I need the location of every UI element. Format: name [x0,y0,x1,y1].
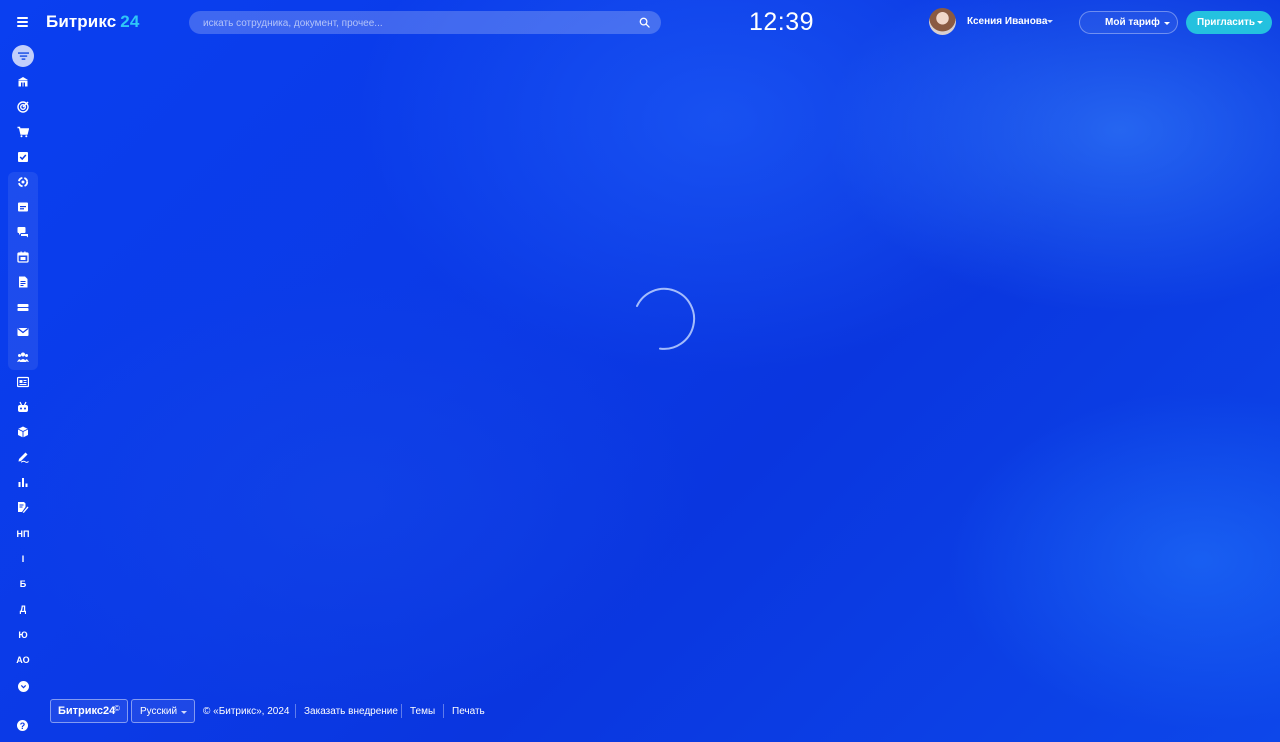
menu-item-np[interactable]: НП [11,524,35,544]
footer-logo[interactable]: Битрикс24 © [50,699,128,723]
menu-item-calendar[interactable] [11,247,35,267]
menu-item-shop[interactable] [11,122,35,142]
menu-item-chats[interactable] [11,222,35,242]
invite-label: Пригласить [1197,17,1256,28]
menu-item-drive[interactable] [11,297,35,317]
menu-item-tasks[interactable] [11,147,35,167]
edit-doc-icon [18,502,29,513]
menu-item-label: Ю [18,630,28,640]
clock: 12:39 [749,8,815,36]
footer-divider [401,704,402,718]
filter-icon [17,52,29,60]
menu-item-feed[interactable] [11,197,35,217]
menu-burger-icon[interactable] [14,14,32,30]
box-icon [17,426,29,438]
menu-item-d[interactable]: Д [11,599,35,619]
menu-item-contact-center[interactable] [11,372,35,392]
chevron-down-icon [181,711,187,714]
signature-icon [18,452,29,463]
invite-button[interactable]: Пригласить [1186,11,1272,34]
chevron-down-icon [1257,21,1263,24]
menu-item-company[interactable] [11,72,35,92]
menu-item-documents[interactable] [11,272,35,292]
building-icon [18,77,28,87]
robot-icon [18,401,28,412]
logo-text: Битрикс [46,12,117,31]
menu-more-button[interactable] [11,676,35,696]
themes-link[interactable]: Темы [410,706,435,717]
drive-icon [17,304,29,311]
menu-item-label: Б [19,579,27,589]
left-menu: НП I Б Д Ю АО [0,44,45,742]
menu-item-b[interactable]: Б [11,574,35,594]
help-label: ? [19,720,26,731]
logo-number: 24 [120,12,140,31]
menu-item-yu[interactable]: Ю [11,625,35,645]
top-header: Битрикс24 12:39 Ксения Иванова Мой тариф… [0,0,1280,44]
menu-item-label: I [21,554,25,564]
search-icon[interactable] [639,17,650,28]
group-icon [17,352,29,362]
menu-item-inventory[interactable] [11,422,35,442]
user-name: Ксения Иванова [967,16,1048,27]
order-implementation-link[interactable]: Заказать внедрение [304,706,398,717]
print-link[interactable]: Печать [452,706,485,717]
language-label: Русский [140,706,178,717]
document-icon [19,276,28,288]
menu-item-sign[interactable] [11,447,35,467]
search-input[interactable] [201,11,625,36]
window-icon [18,202,28,212]
footer-divider [443,704,444,718]
bar-chart-icon [18,478,28,487]
calendar-icon [17,251,29,263]
menu-item-goals[interactable] [11,97,35,117]
menu-filter-item[interactable] [12,45,34,67]
loading-spinner-icon [636,287,696,350]
menu-item-employees[interactable] [11,347,35,367]
menu-item-automation[interactable] [11,172,35,192]
chevron-down-icon [17,680,29,692]
app-logo[interactable]: Битрикс 24 [46,12,139,32]
chevron-down-icon [1164,22,1170,25]
search-bar [189,11,661,36]
menu-item-analytics[interactable] [11,472,35,492]
chat-icon [17,227,28,238]
checkbox-icon [18,152,28,162]
my-tariff-button[interactable]: Мой тариф [1079,11,1178,34]
menu-item-i[interactable]: I [11,549,35,569]
cart-icon [17,126,29,138]
sync-icon [17,176,29,188]
id-card-icon [17,376,29,388]
menu-item-mail[interactable] [11,322,35,342]
menu-item-label: Д [19,604,27,614]
footer-divider [295,704,296,718]
avatar [929,8,956,35]
copyright-text: © «Битрикс», 2024 [203,706,290,717]
menu-item-ao[interactable]: АО [11,650,35,670]
chevron-down-icon [1047,20,1053,23]
help-icon[interactable]: ? [17,720,28,731]
footer-logo-text: Битрикс24 [58,705,116,717]
footer-logo-mark: © [114,704,120,713]
menu-item-label: НП [16,529,30,539]
my-tariff-label: Мой тариф [1105,17,1160,28]
language-select[interactable]: Русский [131,699,195,723]
menu-item-label: АО [16,655,30,665]
menu-item-notes[interactable] [11,497,35,517]
menu-item-robots[interactable] [11,397,35,417]
target-icon [17,101,29,113]
mail-icon [17,328,29,336]
